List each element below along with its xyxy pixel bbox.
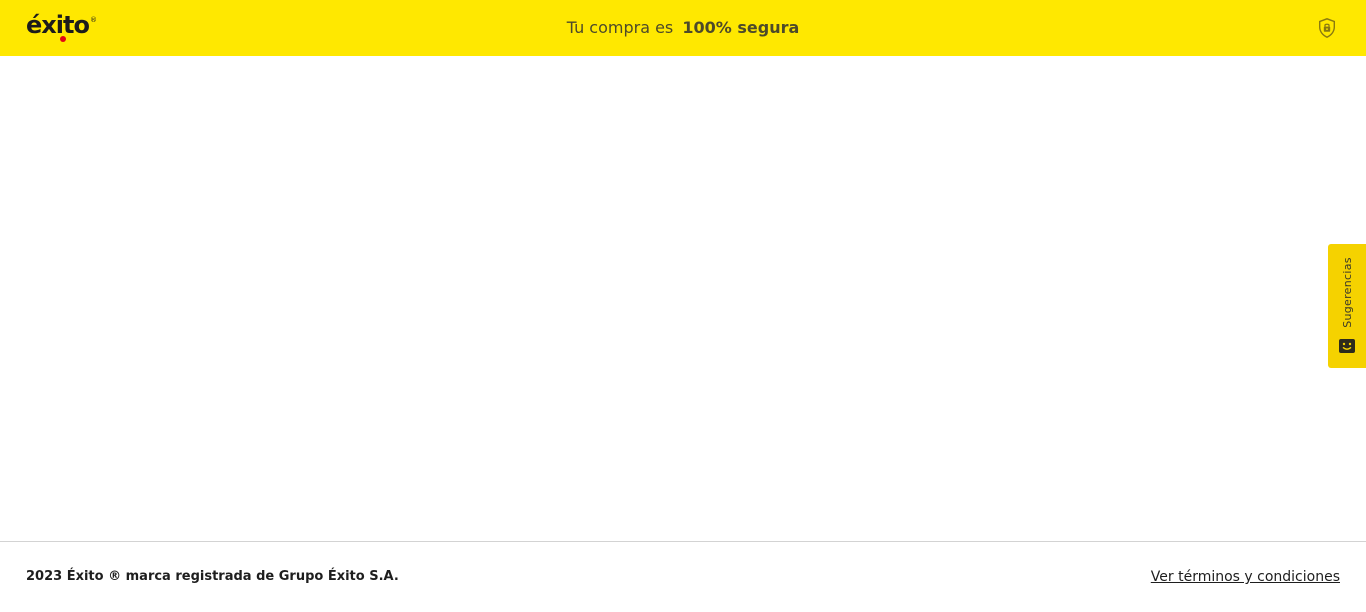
- copyright-text: 2023 Éxito ® marca registrada de Grupo É…: [26, 569, 399, 584]
- suggestions-label: Sugerencias: [1340, 256, 1354, 328]
- top-bar: éxito ® Tu compra es 100% segura: [0, 0, 1366, 56]
- shield-lock-icon: [1319, 18, 1335, 38]
- suggestions-label-wrap: Sugerencias: [1333, 256, 1361, 328]
- page: éxito ® Tu compra es 100% segura Sugeren…: [0, 0, 1366, 612]
- suggestions-tab[interactable]: Sugerencias: [1328, 244, 1366, 368]
- secure-message-prefix: Tu compra es: [566, 18, 674, 37]
- secure-purchase-message: Tu compra es 100% segura: [0, 17, 1366, 39]
- footer-divider: [0, 541, 1366, 542]
- terms-link[interactable]: Ver términos y condiciones: [1151, 567, 1340, 587]
- smile-face-icon: [1339, 339, 1355, 353]
- secure-message-highlight: 100% segura: [682, 18, 800, 37]
